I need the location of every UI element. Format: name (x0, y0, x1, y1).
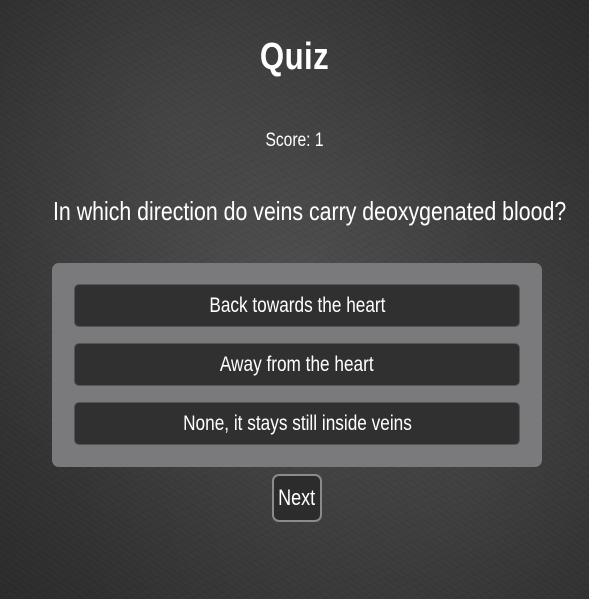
answer-label: Away from the heart (220, 352, 374, 376)
page-title: Quiz (259, 36, 330, 78)
next-button[interactable]: Next (272, 474, 322, 522)
answer-button-3[interactable]: None, it stays still inside veins (74, 402, 520, 445)
question-text: In which direction do veins carry deoxyg… (53, 196, 567, 226)
answer-button-1[interactable]: Back towards the heart (74, 284, 520, 327)
next-button-label: Next (278, 485, 316, 510)
answers-panel: Back towards the heart Away from the hea… (52, 263, 542, 467)
answer-button-2[interactable]: Away from the heart (74, 343, 520, 386)
score-display: Score: 1 (265, 130, 324, 151)
answer-label: Back towards the heart (208, 293, 386, 317)
answer-label: None, it stays still inside veins (182, 411, 412, 435)
